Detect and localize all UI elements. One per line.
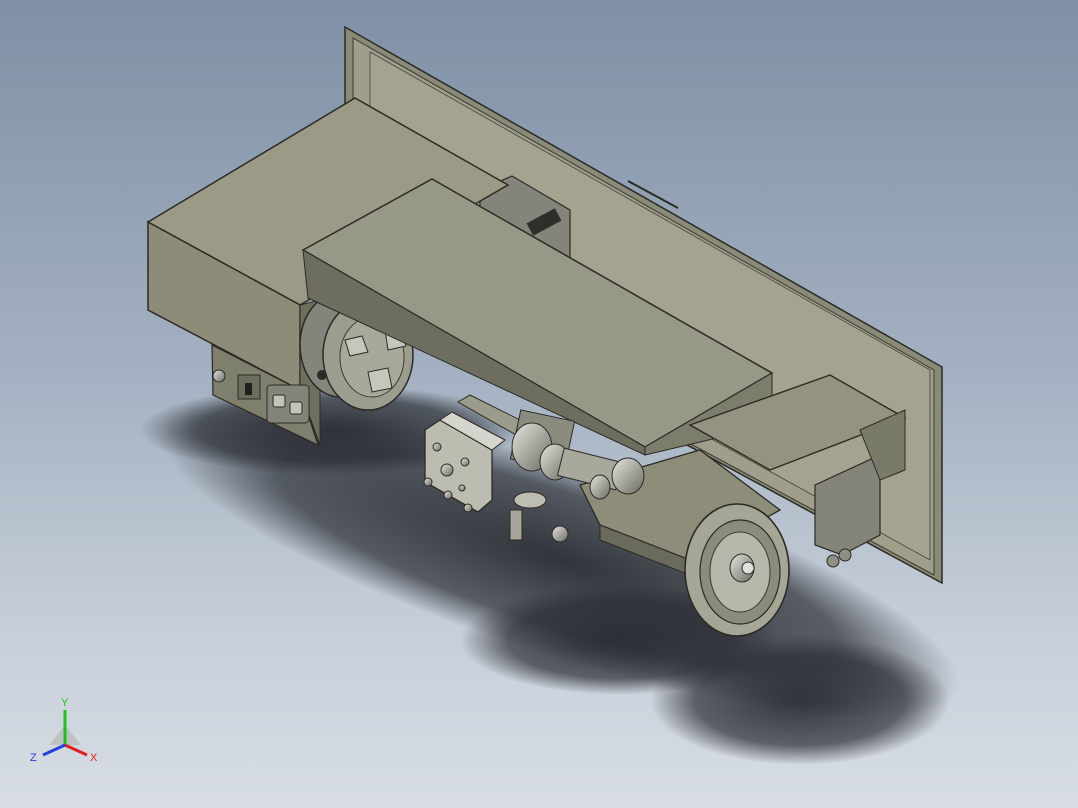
graphics-viewport[interactable]: Y X Z xyxy=(0,0,1078,808)
stop-button[interactable] xyxy=(289,401,303,415)
z-axis-arrow xyxy=(42,743,66,757)
start-button[interactable] xyxy=(272,394,286,408)
z-axis-label: Z xyxy=(30,752,37,764)
handwheel-handle[interactable] xyxy=(741,561,755,575)
y-axis-label: Y xyxy=(61,697,69,709)
handwheel[interactable] xyxy=(684,503,790,637)
chuck-jaw xyxy=(367,367,393,393)
carriage-lever-knob[interactable] xyxy=(551,525,569,543)
spindle-knob[interactable] xyxy=(212,369,226,383)
cad-scene[interactable] xyxy=(0,0,1078,808)
x-axis-label: X xyxy=(90,752,98,764)
x-axis-arrow xyxy=(64,743,88,757)
view-triad: Y X Z xyxy=(30,697,98,764)
